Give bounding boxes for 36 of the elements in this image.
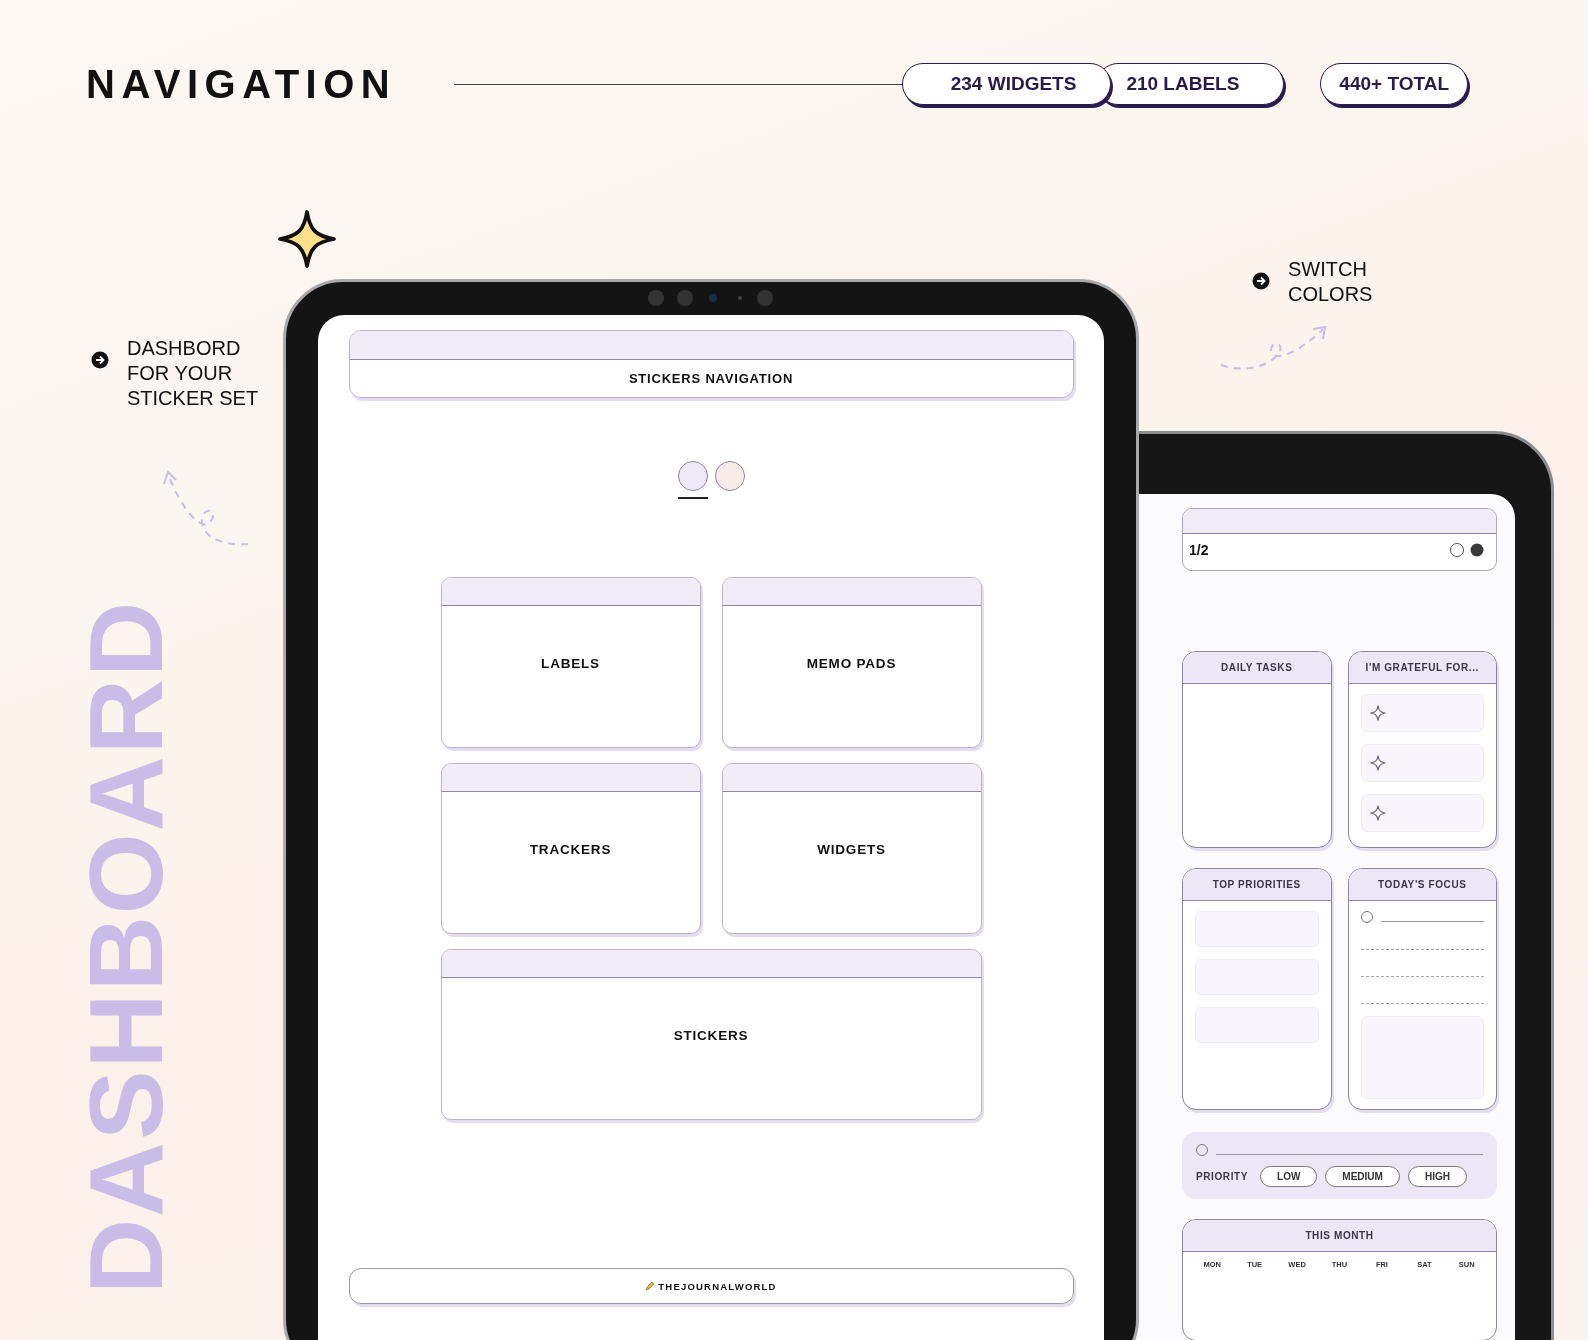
camera-dots-icon bbox=[647, 289, 775, 307]
feature-note: SWITCH COLORS bbox=[1288, 257, 1373, 307]
count-pill: 440+ TOTAL bbox=[1320, 63, 1468, 105]
background-word: DASHBOARD bbox=[78, 600, 174, 1294]
section-card[interactable]: MEMO PADS bbox=[721, 577, 982, 748]
priority-option[interactable]: LOW bbox=[1260, 1166, 1318, 1187]
gratitude-field[interactable] bbox=[1360, 694, 1484, 732]
page-number: 1/2 bbox=[1189, 542, 1209, 558]
card-title: DAILY TASKS bbox=[1183, 652, 1331, 684]
card-title: TOP PRIORITIES bbox=[1183, 869, 1331, 901]
arrow-bullet-icon bbox=[91, 351, 109, 369]
sparkle-icon bbox=[1369, 755, 1386, 771]
brand-name: THEJOURNALWORLD bbox=[658, 1280, 777, 1292]
sparkle-star-icon bbox=[277, 209, 337, 269]
section-card[interactable]: TRACKERS bbox=[440, 763, 701, 934]
gratitude-field[interactable] bbox=[1360, 744, 1484, 782]
arrow-bullet-icon bbox=[1252, 272, 1270, 290]
gratitude-field[interactable] bbox=[1360, 794, 1484, 832]
page-title: NAVIGATION bbox=[86, 61, 397, 107]
priority-label: PRIORITY bbox=[1196, 1171, 1249, 1182]
color-toggle-icon[interactable] bbox=[1448, 542, 1486, 558]
color-swatch[interactable] bbox=[677, 461, 708, 499]
card-title: I'M GRATEFUL FOR... bbox=[1348, 652, 1496, 684]
card-title: TODAY'S FOCUS bbox=[1348, 869, 1496, 901]
feature-note: DASHBORD FOR YOUR STICKER SET bbox=[127, 336, 259, 411]
section-card[interactable]: WIDGETS bbox=[721, 763, 982, 934]
sparkle-icon bbox=[1369, 805, 1386, 821]
priority-option[interactable]: HIGH bbox=[1407, 1166, 1467, 1187]
section-card[interactable]: STICKERS bbox=[440, 949, 982, 1120]
section-card[interactable]: LABELS bbox=[440, 577, 701, 748]
count-pill: 234 WIDGETS bbox=[901, 63, 1112, 105]
pencil-icon bbox=[645, 1281, 656, 1291]
card-title: THIS MONTH bbox=[1183, 1220, 1496, 1252]
sparkle-icon bbox=[1369, 705, 1386, 721]
header-title: STICKERS NAVIGATION bbox=[627, 370, 795, 388]
priority-option[interactable]: MEDIUM bbox=[1325, 1166, 1400, 1187]
